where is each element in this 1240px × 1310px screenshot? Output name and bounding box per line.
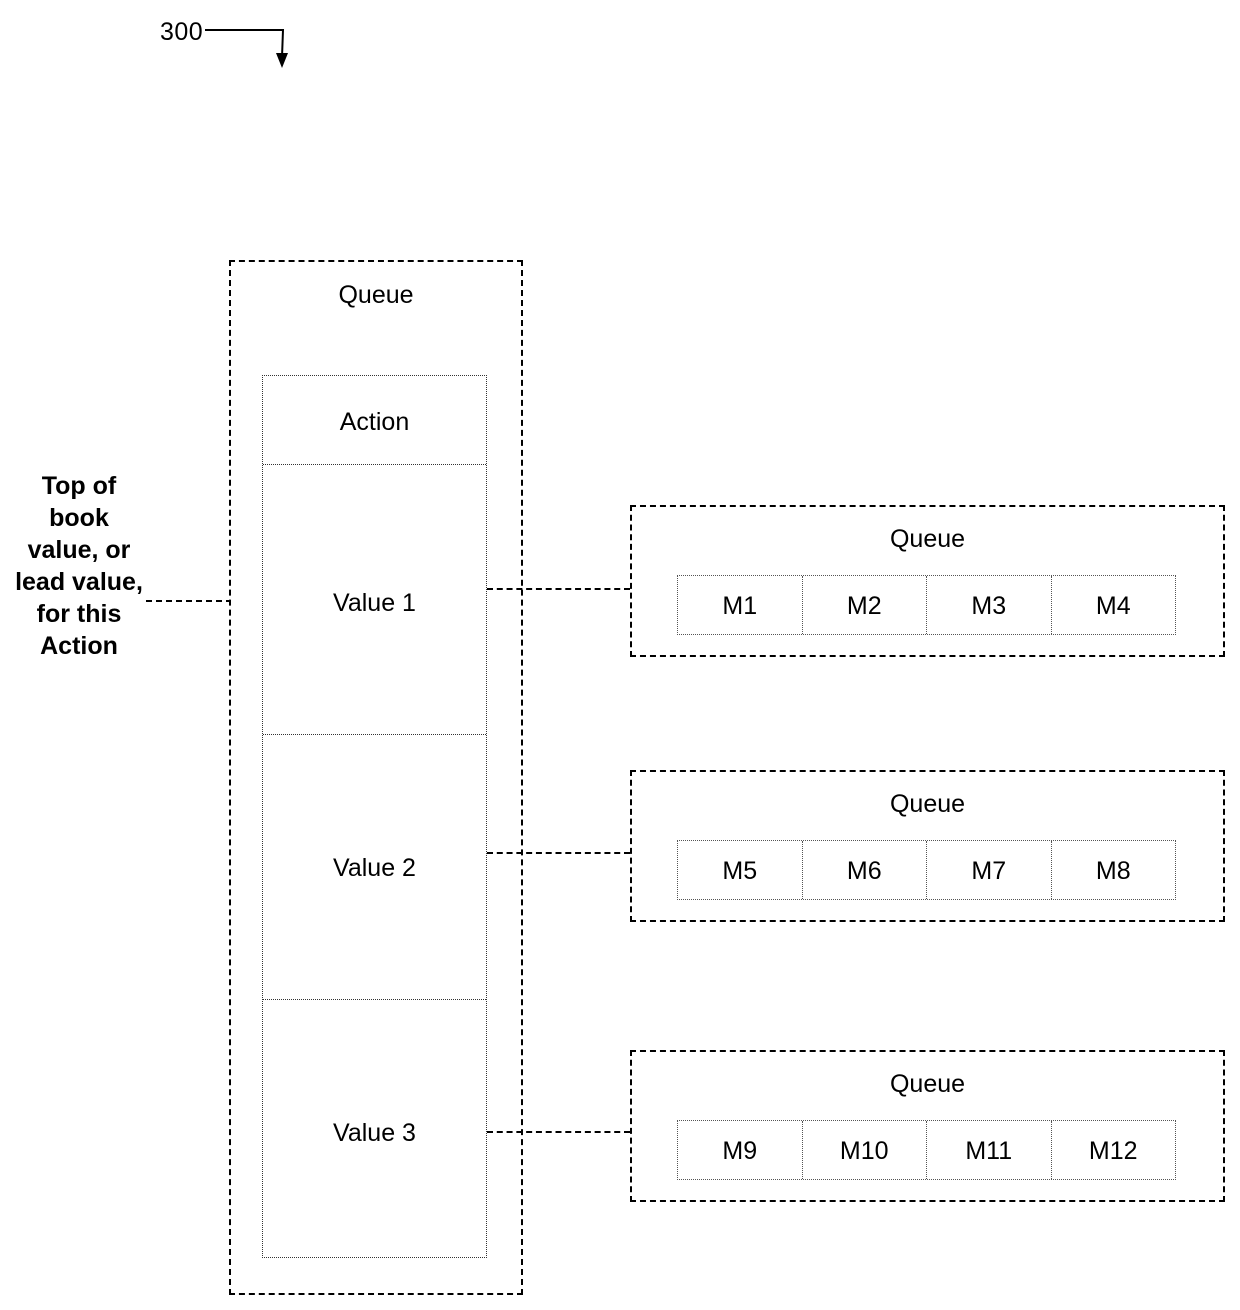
message-queue-3-row: M9 M10 M11 M12 [677, 1120, 1176, 1180]
value-2-label: Value 2 [333, 854, 416, 882]
value2-value3-divider [263, 999, 486, 1000]
value-3-label: Value 3 [333, 1119, 416, 1147]
action-column: Action Value 1 Value 2 Value 3 [262, 375, 487, 1258]
main-queue-title: Queue [338, 281, 414, 309]
message-queue-2-title: Queue [889, 790, 966, 818]
message-cell[interactable]: M7 [926, 841, 1051, 899]
message-cell[interactable]: M5 [678, 841, 802, 899]
connector-value3-to-queue3 [487, 1131, 630, 1133]
message-queue-3: Queue M9 M10 M11 M12 [630, 1050, 1225, 1202]
message-cell[interactable]: M2 [801, 576, 927, 634]
message-queue-1-row: M1 M2 M3 M4 [677, 575, 1176, 635]
message-cell[interactable]: M12 [1050, 1121, 1176, 1179]
message-cell[interactable]: M9 [678, 1121, 802, 1179]
message-cell[interactable]: M3 [926, 576, 1051, 634]
top-of-book-caption: Top of book value, or lead value, for th… [15, 472, 143, 660]
connector-value2-to-queue2 [487, 852, 630, 854]
message-queue-3-title: Queue [889, 1070, 966, 1098]
caption-pointer-line [146, 600, 242, 602]
message-cell[interactable]: M6 [801, 841, 927, 899]
message-cell[interactable]: M8 [1050, 841, 1176, 899]
connector-value1-to-queue1 [487, 588, 630, 590]
message-cell[interactable]: M4 [1050, 576, 1176, 634]
message-cell[interactable]: M1 [678, 576, 802, 634]
message-cell[interactable]: M10 [801, 1121, 927, 1179]
action-label: Action [339, 408, 410, 436]
value1-value2-divider [263, 734, 486, 735]
message-cell[interactable]: M11 [926, 1121, 1051, 1179]
figure-leader-line [205, 29, 288, 68]
message-queue-1-title: Queue [889, 525, 966, 553]
value-1-label: Value 1 [333, 589, 416, 617]
message-queue-1: Queue M1 M2 M3 M4 [630, 505, 1225, 657]
action-value1-divider [263, 464, 486, 465]
figure-canvas: 300 Top of book value, or lead value, fo… [0, 0, 1240, 1310]
message-queue-2-row: M5 M6 M7 M8 [677, 840, 1176, 900]
message-queue-2: Queue M5 M6 M7 M8 [630, 770, 1225, 922]
